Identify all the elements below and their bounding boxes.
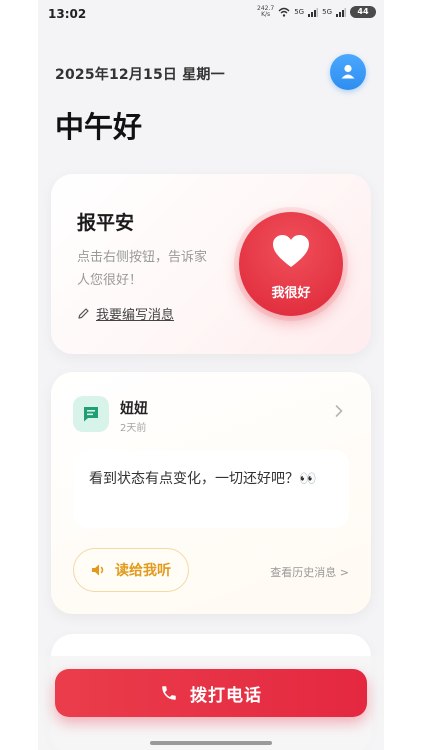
edit-message-link[interactable]: 我要编写消息 [77, 304, 174, 323]
sim2-label: 5G [322, 8, 332, 16]
safe-card-title: 报平安 [77, 212, 135, 234]
history-messages-link[interactable]: 查看历史消息 > [270, 564, 349, 580]
status-time: 13:02 [48, 7, 87, 21]
speaker-icon [92, 564, 104, 576]
chat-icon [84, 407, 98, 422]
phone-screen: 13:02 242.7 K/s 5G 5G 44 2025年12月15日 星期一… [38, 0, 384, 750]
date-label: 2025年12月15日 星期一 [55, 67, 225, 83]
signal-icon [308, 7, 319, 17]
battery-indicator: 44 [350, 6, 376, 18]
read-aloud-label: 读给我听 [115, 563, 171, 579]
edit-message-label: 我要编写消息 [96, 308, 175, 323]
pencil-icon [78, 308, 89, 319]
heart-icon [273, 235, 309, 267]
message-text: 看到状态有点变化，一切还好吧？👀 [89, 471, 317, 487]
call-button[interactable]: 拨打电话 [55, 669, 367, 717]
message-card: 妞妞 2天前 看到状态有点变化，一切还好吧？👀 读给我听 查看历史消息 > [51, 372, 371, 614]
avatar-button[interactable] [330, 54, 366, 90]
status-icons: 242.7 K/s 5G 5G 44 [257, 6, 376, 18]
sender-avatar [73, 396, 109, 432]
signal-icon-2 [336, 7, 346, 17]
safe-card-description: 点击右侧按钮，告诉家人您很好！ [77, 250, 208, 288]
phone-icon [162, 686, 176, 700]
status-bar: 13:02 242.7 K/s 5G 5G 44 [38, 0, 384, 30]
call-button-label: 拨打电话 [190, 685, 262, 706]
read-aloud-button[interactable]: 读给我听 [73, 548, 189, 592]
home-indicator[interactable] [150, 741, 272, 745]
chevron-right-icon[interactable] [334, 404, 344, 418]
message-bubble: 看到状态有点变化，一切还好吧？👀 [73, 450, 349, 528]
message-time: 2天前 [120, 423, 147, 434]
im-ok-label: 我很好 [271, 286, 311, 301]
user-icon [341, 64, 355, 79]
greeting-title: 中午好 [55, 110, 143, 144]
network-speed: 242.7 K/s [257, 5, 275, 18]
wifi-icon [278, 7, 290, 17]
sender-name: 妞妞 [120, 401, 148, 417]
safe-card: 报平安 点击右侧按钮，告诉家人您很好！ 我要编写消息 我很好 [51, 174, 371, 354]
im-ok-button[interactable]: 我很好 [239, 212, 343, 316]
sim1-label: 5G [294, 8, 305, 16]
